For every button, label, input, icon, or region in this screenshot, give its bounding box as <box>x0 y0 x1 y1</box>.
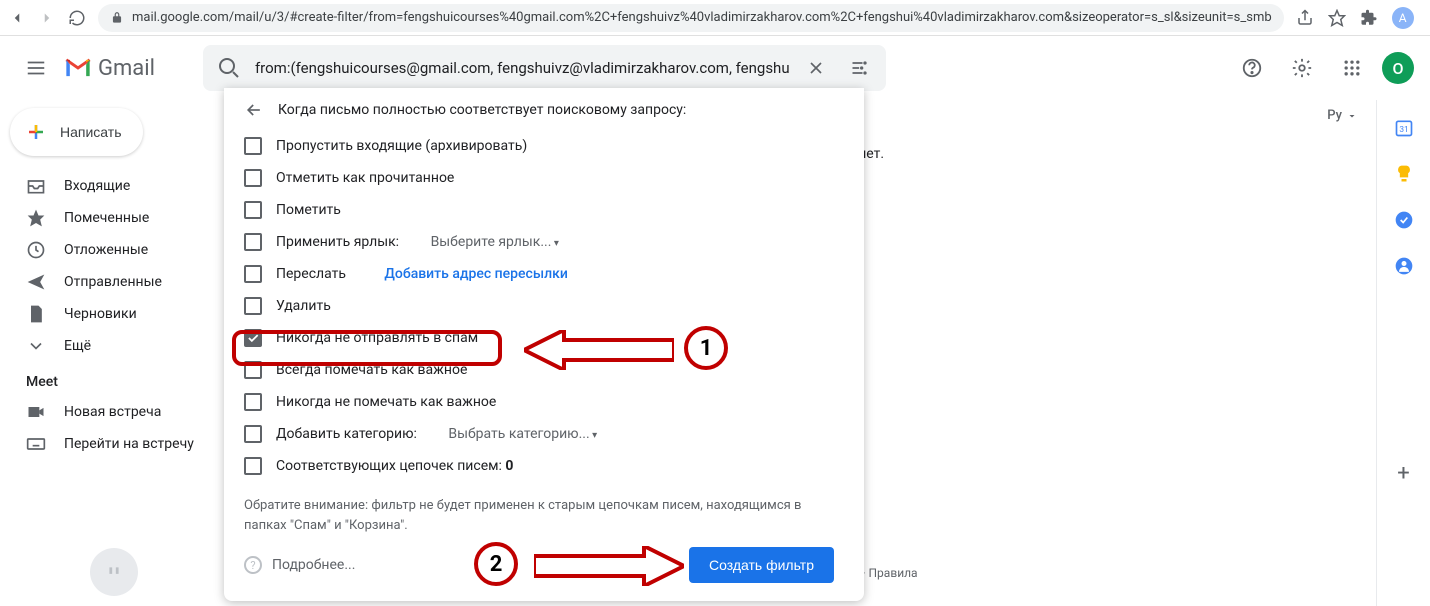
gmail-logo-text: Gmail <box>98 56 155 81</box>
help-icon[interactable]: ? <box>244 556 262 574</box>
browser-toolbar: mail.google.com/mail/u/3/#create-filter/… <box>0 0 1430 36</box>
extensions-icon[interactable] <box>1360 9 1378 27</box>
input-language-chip[interactable]: Ру <box>1327 108 1358 123</box>
annotation-arrow-1 <box>524 330 674 370</box>
send-icon <box>26 272 46 292</box>
label-dropdown[interactable]: Выберите ярлык... <box>431 234 559 250</box>
apps-button[interactable] <box>1332 48 1372 88</box>
checkbox[interactable] <box>244 169 262 187</box>
annotation-number-1: 1 <box>684 326 728 370</box>
chrome-profile-avatar[interactable]: A <box>1392 7 1414 29</box>
filter-option-matching[interactable]: Соответствующих цепочек писем: 0 <box>244 450 844 482</box>
filter-option-mark-read[interactable]: Отметить как прочитанное <box>244 162 844 194</box>
account-avatar[interactable]: O <box>1382 52 1414 84</box>
tasks-icon[interactable] <box>1394 210 1414 230</box>
add-forwarding-link[interactable]: Добавить адрес пересылки <box>384 266 567 282</box>
create-filter-button[interactable]: Создать фильтр <box>689 547 834 583</box>
checkbox[interactable] <box>244 361 262 379</box>
search-box[interactable]: from:(fengshuicourses@gmail.com, fengshu… <box>203 45 886 91</box>
browser-actions: A <box>1296 7 1430 29</box>
clear-search-button[interactable] <box>798 50 834 86</box>
filter-option-archive[interactable]: Пропустить входящие (архивировать) <box>244 130 844 162</box>
calendar-icon[interactable]: 31 <box>1394 118 1414 138</box>
keyboard-icon <box>26 434 46 454</box>
search-options-button[interactable] <box>842 50 878 86</box>
filter-option-forward[interactable]: Переслать Добавить адрес пересылки <box>244 258 844 290</box>
gmail-logo-icon <box>64 57 92 79</box>
reload-button[interactable] <box>68 8 86 28</box>
file-icon <box>26 304 46 324</box>
add-addon-button[interactable]: + <box>1397 461 1409 486</box>
sidebar-item-inbox[interactable]: Входящие <box>0 170 224 202</box>
category-dropdown[interactable]: Выбрать категорию... <box>448 426 597 442</box>
checkbox[interactable] <box>244 265 262 283</box>
sidebar-item-join-meeting[interactable]: Перейти на встречу <box>0 428 224 460</box>
filter-option-category[interactable]: Добавить категорию: Выбрать категорию... <box>244 418 844 450</box>
checkbox[interactable] <box>244 233 262 251</box>
search-icon <box>217 56 241 80</box>
chevron-down-icon <box>26 336 46 356</box>
video-icon <box>26 402 46 422</box>
filter-option-label[interactable]: Применить ярлык: Выберите ярлык... <box>244 226 844 258</box>
meet-section-header: Meet <box>0 362 224 396</box>
contacts-icon[interactable] <box>1394 256 1414 276</box>
hangouts-bubble[interactable] <box>90 548 138 596</box>
sidebar-item-more[interactable]: Ещё <box>0 330 224 362</box>
checkbox[interactable] <box>244 457 262 475</box>
main-content: Ру , нет. ость · Правила Когда письмо по… <box>224 100 1376 606</box>
star-icon <box>26 208 46 228</box>
filter-option-never-important[interactable]: Никогда не помечать как важное <box>244 386 844 418</box>
sidebar-item-starred[interactable]: Помеченные <box>0 202 224 234</box>
sidebar: Написать Входящие Помеченные Отложенные … <box>0 100 224 606</box>
star-icon[interactable] <box>1328 9 1346 27</box>
keep-icon[interactable] <box>1394 164 1414 184</box>
checkbox[interactable] <box>244 393 262 411</box>
url-text: mail.google.com/mail/u/3/#create-filter/… <box>132 10 1272 25</box>
compose-button[interactable]: Написать <box>10 108 143 156</box>
sidebar-item-snoozed[interactable]: Отложенные <box>0 234 224 266</box>
clock-icon <box>26 240 46 260</box>
plus-icon <box>24 120 48 144</box>
forward-button[interactable] <box>38 8 56 28</box>
compose-label: Написать <box>60 124 121 140</box>
filter-option-delete[interactable]: Удалить <box>244 290 844 322</box>
sidebar-item-drafts[interactable]: Черновики <box>0 298 224 330</box>
checkbox[interactable] <box>244 329 262 347</box>
help-button[interactable] <box>1232 48 1272 88</box>
sidebar-item-sent[interactable]: Отправленные <box>0 266 224 298</box>
main-menu-button[interactable] <box>16 48 56 88</box>
annotation-number-2: 2 <box>474 542 518 586</box>
learn-more-link[interactable]: Подробнее... <box>272 557 355 573</box>
gmail-logo[interactable]: Gmail <box>64 56 155 81</box>
filter-note: Обратите внимание: фильтр не будет приме… <box>244 496 844 535</box>
chevron-down-icon <box>1346 110 1358 122</box>
checkbox[interactable] <box>244 137 262 155</box>
filter-option-star[interactable]: Пометить <box>244 194 844 226</box>
share-icon[interactable] <box>1296 9 1314 27</box>
lock-icon <box>110 11 124 25</box>
checkbox[interactable] <box>244 425 262 443</box>
sidebar-item-new-meeting[interactable]: Новая встреча <box>0 396 224 428</box>
svg-text:31: 31 <box>1399 125 1408 135</box>
inbox-icon <box>26 176 46 196</box>
address-bar[interactable]: mail.google.com/mail/u/3/#create-filter/… <box>98 4 1284 32</box>
checkbox[interactable] <box>244 297 262 315</box>
checkbox[interactable] <box>244 201 262 219</box>
annotation-arrow-2 <box>534 546 684 586</box>
side-panel: 31 + <box>1376 100 1430 606</box>
back-button[interactable] <box>8 8 26 28</box>
filter-panel-title: Когда письмо полностью соответствует пои… <box>278 102 686 118</box>
search-input[interactable]: from:(fengshuicourses@gmail.com, fengshu… <box>255 59 790 77</box>
settings-button[interactable] <box>1282 48 1322 88</box>
back-arrow-icon[interactable] <box>244 100 264 120</box>
